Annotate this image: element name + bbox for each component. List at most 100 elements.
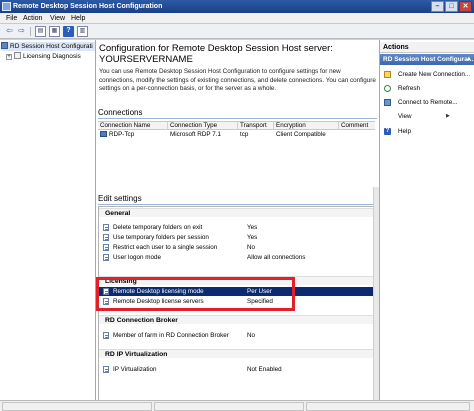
menu-help[interactable]: Help [71,13,85,24]
connection-icon [100,131,107,137]
action-refresh[interactable]: Refresh [380,83,474,94]
connect-icon [384,99,391,106]
menu-action[interactable]: Action [23,13,42,24]
column-header-transport[interactable]: Transport [238,122,274,130]
edit-settings-title: Edit settings [98,194,142,203]
properties-icon[interactable]: ▦ [49,26,60,37]
group-header-rd-connection-broker: RD Connection Broker [99,315,377,324]
actions-header: Actions [380,42,474,53]
server-name: YOURSERVERNAME [99,54,193,65]
setting-row[interactable]: Restrict each user to a single session N… [99,243,377,252]
action-create-new-connection[interactable]: Create New Connection... [380,69,474,80]
expand-icon[interactable]: + [6,54,12,60]
setting-row[interactable]: Member of farm in RD Connection Broker N… [99,331,377,340]
window-title: Remote Desktop Session Host Configuratio… [13,3,163,10]
action-label: Help [398,128,411,135]
menu-view[interactable]: View [50,13,65,24]
setting-row[interactable]: Delete temporary folders on exit Yes [99,223,377,232]
new-connection-icon [384,71,391,78]
show-hide-action-pane-icon[interactable]: ▥ [77,26,88,37]
page-title: Configuration for Remote Desktop Session… [99,43,333,54]
action-label: View [398,113,412,120]
setting-icon [103,332,109,339]
tree-item-label: Licensing Diagnosis [23,53,81,60]
submenu-arrow-icon: ▶ [446,113,450,119]
cell-connection-name: RDP-Tcp [98,130,134,140]
setting-row[interactable]: IP Virtualization Not Enabled [99,365,377,374]
main-pane: Configuration for Remote Desktop Session… [96,40,379,400]
minimize-button[interactable]: – [431,1,444,12]
setting-value: Yes [247,224,258,231]
collapse-arrow-icon[interactable]: ▲ [466,54,472,65]
toolbar: ⇦ ⇨ ▤ ▦ ? ▥ [0,24,474,39]
action-label: Refresh [398,85,421,92]
licensing-diagnosis-icon [14,52,21,59]
section-divider [98,118,377,119]
cell-encryption: Client Compatible [276,131,326,138]
connections-title: Connections [98,108,143,117]
setting-icon [103,254,109,261]
setting-icon [103,224,109,231]
setting-row[interactable]: User logon mode Allow all connections [99,253,377,262]
tree-item-licensing-diagnosis[interactable]: + Licensing Diagnosis [6,52,81,61]
cell-text: RDP-Tcp [109,131,135,138]
setting-value: No [247,332,256,339]
menu-file[interactable]: File [6,13,17,24]
setting-value: Not Enabled [247,366,282,373]
setting-name: Member of farm in RD Connection Broker [113,332,229,339]
tree-item-label: RD Session Host Configurati [10,43,93,50]
column-header-connection-name[interactable]: Connection Name [98,122,168,130]
cell-transport: tcp [240,131,249,138]
table-header: Connection Name Connection Type Transpor… [98,121,375,130]
setting-name: Restrict each user to a single session [113,244,218,251]
group-header-general: General [99,208,377,217]
tree-item-rd-session-host[interactable]: RD Session Host Configurati [1,42,95,51]
setting-icon [103,234,109,241]
action-view[interactable]: View ▶ [380,111,474,122]
description-text: You can use Remote Desktop Session Host … [99,68,376,92]
menu-bar: File Action View Help [0,13,474,24]
setting-row[interactable]: Use temporary folders per session Yes [99,233,377,242]
actions-pane: Actions RD Session Host Configura... ▲ C… [379,40,474,400]
setting-name: Use temporary folders per session [113,234,209,241]
setting-icon [103,366,109,373]
setting-name: User logon mode [113,254,161,261]
action-label: Create New Connection... [398,71,471,78]
actions-group-header[interactable]: RD Session Host Configura... ▲ [380,54,474,65]
help-icon: ? [384,128,391,135]
action-help[interactable]: ? Help [380,126,474,137]
cell-connection-type: Microsoft RDP 7.1 [170,131,221,138]
show-hide-console-tree-icon[interactable]: ▤ [35,26,46,37]
setting-value: Allow all connections [247,254,306,261]
group-header-rd-ip-virtualization: RD IP Virtualization [99,349,377,358]
status-segment [306,402,470,411]
action-connect-to-remote[interactable]: Connect to Remote... [380,97,474,108]
action-label: Connect to Remote... [398,99,458,106]
app-icon [2,2,11,11]
console-tree: RD Session Host Configurati + Licensing D… [0,40,96,400]
column-header-encryption[interactable]: Encryption [274,122,339,130]
setting-icon [103,244,109,251]
refresh-icon [384,85,391,92]
setting-name: IP Virtualization [113,366,157,373]
column-header-comment[interactable]: Comment [339,122,375,130]
status-segment [154,402,304,411]
maximize-button[interactable]: □ [445,1,458,12]
help-icon[interactable]: ? [63,26,74,37]
setting-value: Yes [247,234,258,241]
forward-arrow-icon[interactable]: ⇨ [16,26,27,37]
status-segment [2,402,152,411]
setting-name: Delete temporary folders on exit [113,224,203,231]
window-controls: – □ ✕ [431,1,472,12]
close-button[interactable]: ✕ [459,1,472,12]
title-bar: Remote Desktop Session Host Configuratio… [0,0,474,13]
table-row[interactable]: RDP-Tcp Microsoft RDP 7.1 tcp Client Com… [98,130,375,140]
back-arrow-icon[interactable]: ⇦ [4,26,15,37]
column-header-connection-type[interactable]: Connection Type [168,122,238,130]
actions-group-label: RD Session Host Configura... [383,56,474,63]
annotation-highlight-box [96,277,295,311]
setting-value: No [247,244,256,251]
status-bar [0,400,474,411]
server-icon [1,42,8,49]
section-divider [98,204,377,205]
